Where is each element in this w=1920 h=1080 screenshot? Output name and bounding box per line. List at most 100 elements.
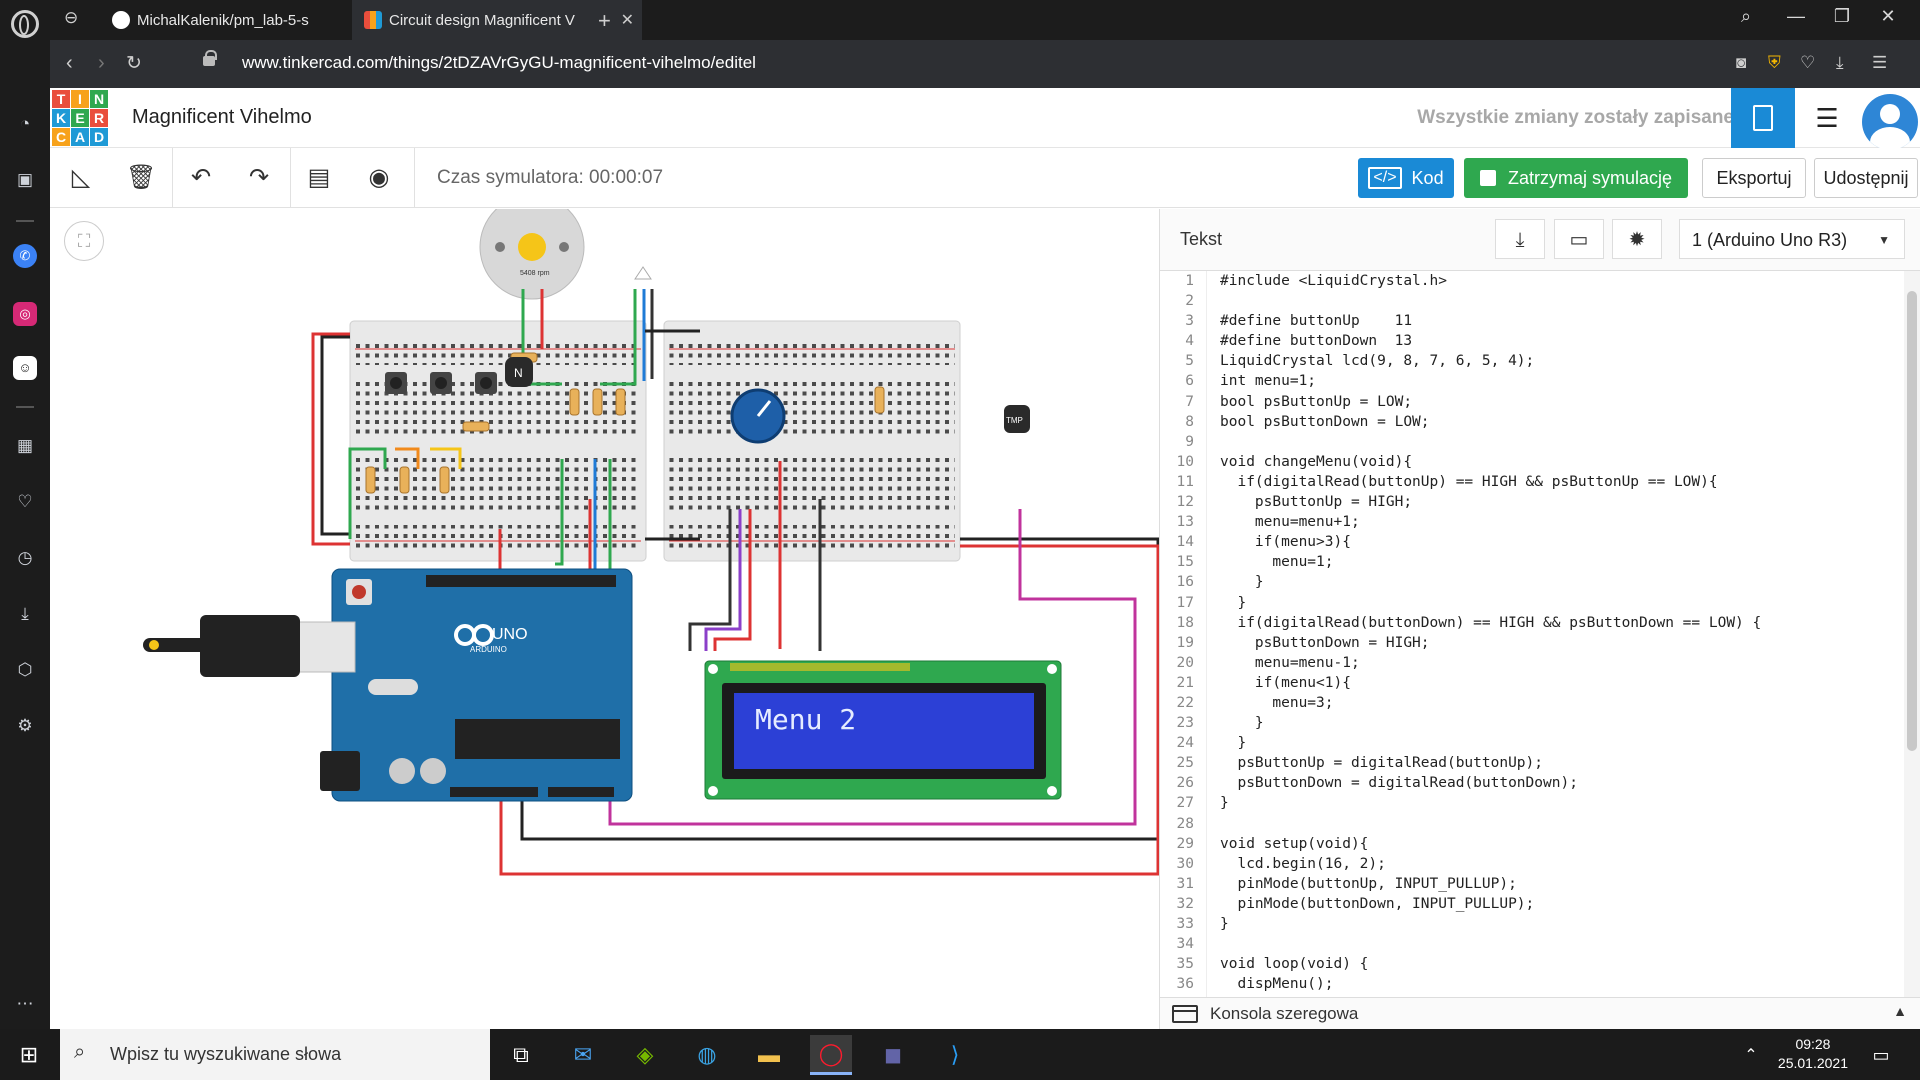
tray-chevron-up-icon[interactable]: ⌃: [1730, 1035, 1772, 1075]
file-explorer-icon[interactable]: ▬: [748, 1035, 790, 1075]
code-line[interactable]: 11 if(digitalRead(buttonUp) == HIGH && p…: [1160, 472, 1905, 492]
code-line[interactable]: 10 void changeMenu(void){: [1160, 452, 1905, 472]
windows-start-icon[interactable]: ⊞: [8, 1035, 50, 1075]
code-line[interactable]: 20 menu=menu-1;: [1160, 653, 1905, 673]
code-line[interactable]: 2: [1160, 291, 1905, 311]
code-line[interactable]: 13 menu=menu+1;: [1160, 512, 1905, 532]
code-line[interactable]: 8 bool psButtonDown = LOW;: [1160, 412, 1905, 432]
code-line[interactable]: 30 lcd.begin(16, 2);: [1160, 854, 1905, 874]
search-tabs-icon[interactable]: ⌕: [1732, 6, 1760, 27]
back-icon[interactable]: ‹: [66, 52, 73, 75]
code-line[interactable]: 29 void setup(void){: [1160, 834, 1905, 854]
undo-icon[interactable]: ↶: [186, 164, 216, 192]
code-line[interactable]: 3 #define buttonUp 11: [1160, 311, 1905, 331]
share-button[interactable]: Udostępnij: [1814, 158, 1918, 198]
forward-icon[interactable]: ›: [98, 52, 105, 75]
reload-icon[interactable]: ↻: [126, 52, 142, 75]
code-line[interactable]: 15 menu=1;: [1160, 552, 1905, 572]
chevron-up-icon[interactable]: ▲: [1893, 1003, 1907, 1019]
taskbar-search[interactable]: ⌕ Wpisz tu wyszukiwane słowa: [60, 1029, 490, 1080]
code-button[interactable]: </> Kod: [1358, 158, 1454, 198]
more-dots-icon[interactable]: ⋯: [13, 992, 37, 1016]
shopping-bag-icon[interactable]: ▣: [13, 168, 37, 192]
new-tab-plus-icon[interactable]: +: [598, 8, 611, 34]
code-line[interactable]: 31 pinMode(buttonUp, INPUT_PULLUP);: [1160, 874, 1905, 894]
close-tab-icon[interactable]: ✕: [621, 10, 634, 30]
code-line[interactable]: 14 if(menu>3){: [1160, 532, 1905, 552]
task-view-icon[interactable]: ⧉: [500, 1035, 542, 1075]
code-line[interactable]: 7 bool psButtonUp = LOW;: [1160, 392, 1905, 412]
discord-icon[interactable]: ☺: [13, 356, 37, 380]
opera-taskbar-icon[interactable]: ◯: [810, 1035, 852, 1075]
close-window-icon[interactable]: ✕: [1874, 6, 1902, 27]
code-line[interactable]: 9: [1160, 432, 1905, 452]
export-button[interactable]: Eksportuj: [1702, 158, 1806, 198]
code-mode-label[interactable]: Tekst: [1180, 229, 1222, 250]
code-line[interactable]: 5 LiquidCrystal lcd(9, 8, 7, 6, 5, 4);: [1160, 351, 1905, 371]
code-line[interactable]: 21 if(menu<1){: [1160, 673, 1905, 693]
device-select[interactable]: 1 (Arduino Uno R3) ▼: [1679, 219, 1905, 259]
restore-icon[interactable]: ❐: [1828, 6, 1856, 27]
code-line[interactable]: 16 }: [1160, 572, 1905, 592]
bookmark-heart-icon[interactable]: ♡: [1800, 53, 1815, 73]
tinkercad-logo[interactable]: T I N K E R C A D: [52, 90, 108, 146]
circuit-canvas[interactable]: ⛶ 5408 rpm N TMP UNO ARDUINO Menu 2: [50, 209, 1159, 1029]
code-line[interactable]: 1 #include <LiquidCrystal.h>: [1160, 271, 1905, 291]
component-list-button[interactable]: ☰: [1795, 88, 1859, 148]
workspaces-icon[interactable]: ▦: [13, 434, 37, 458]
circuit-drawing[interactable]: 5408 rpm N TMP UNO ARDUINO Menu 2: [50, 209, 1159, 1029]
code-line[interactable]: 12 psButtonUp = HIGH;: [1160, 492, 1905, 512]
notifications-icon[interactable]: ▭: [1860, 1035, 1902, 1075]
code-line[interactable]: 24 }: [1160, 733, 1905, 753]
scrollbar-thumb[interactable]: [1907, 291, 1917, 751]
extensions-cube-icon[interactable]: ⬡: [13, 658, 37, 682]
taskbar-clock[interactable]: 09:28 25.01.2021: [1778, 1035, 1848, 1073]
download-code-icon[interactable]: ⤓: [1495, 219, 1545, 259]
minimize-icon[interactable]: —: [1782, 6, 1810, 27]
library-icon[interactable]: ▭: [1554, 219, 1604, 259]
redo-icon[interactable]: ↷: [244, 164, 274, 192]
speed-dial-icon[interactable]: ◔: [13, 112, 37, 136]
code-line[interactable]: 18 if(digitalRead(buttonDown) == HIGH &&…: [1160, 613, 1905, 633]
code-line[interactable]: 34: [1160, 934, 1905, 954]
edge-icon[interactable]: ◍: [686, 1035, 728, 1075]
code-line[interactable]: 6 int menu=1;: [1160, 371, 1905, 391]
code-line[interactable]: 28: [1160, 814, 1905, 834]
code-line[interactable]: 17 }: [1160, 593, 1905, 613]
stop-simulation-button[interactable]: Zatrzymaj symulację: [1464, 158, 1688, 198]
code-line[interactable]: 26 psButtonDown = digitalRead(buttonDown…: [1160, 773, 1905, 793]
camera-icon[interactable]: ◙: [1736, 53, 1746, 73]
nvidia-icon[interactable]: ◈: [624, 1035, 666, 1075]
code-scrollbar[interactable]: [1904, 271, 1920, 997]
code-editor[interactable]: 1 #include <LiquidCrystal.h> 2 3 #define but…: [1160, 271, 1905, 997]
debugger-bug-icon[interactable]: ✹: [1612, 219, 1662, 259]
code-line[interactable]: 19 psButtonDown = HIGH;: [1160, 633, 1905, 653]
code-line[interactable]: 23 }: [1160, 713, 1905, 733]
code-line[interactable]: 33}: [1160, 914, 1905, 934]
downloads-icon[interactable]: ⤓: [13, 602, 37, 626]
teams-icon[interactable]: ◼: [872, 1035, 914, 1075]
instagram-icon[interactable]: ◎: [13, 302, 37, 326]
url-field[interactable]: www.tinkercad.com/things/2tDZAVrGyGU-mag…: [242, 53, 756, 73]
code-line[interactable]: 35 void loop(void) {: [1160, 954, 1905, 974]
notes-icon[interactable]: ▤: [304, 164, 334, 192]
code-line[interactable]: 22 menu=3;: [1160, 693, 1905, 713]
avatar[interactable]: [1862, 94, 1918, 150]
project-title[interactable]: Magnificent Vihelmo: [132, 106, 312, 129]
code-line[interactable]: 25 psButtonUp = digitalRead(buttonUp);: [1160, 753, 1905, 773]
messenger-icon[interactable]: ✆: [13, 244, 37, 268]
push-buttons[interactable]: [385, 372, 497, 394]
code-line[interactable]: 32 pinMode(buttonDown, INPUT_PULLUP);: [1160, 894, 1905, 914]
code-line[interactable]: 4 #define buttonDown 13: [1160, 331, 1905, 351]
vscode-icon[interactable]: ⟩: [934, 1035, 976, 1075]
mail-icon[interactable]: ✉: [562, 1035, 604, 1075]
code-line[interactable]: 27}: [1160, 793, 1905, 813]
easy-setup-icon[interactable]: ☰: [1872, 53, 1887, 73]
history-icon[interactable]: ◷: [13, 546, 37, 570]
vpn-shield-icon[interactable]: ⛨: [1768, 53, 1781, 73]
visibility-eye-icon[interactable]: ◉: [364, 164, 394, 192]
heart-icon[interactable]: ♡: [13, 490, 37, 514]
download-icon[interactable]: ⤓: [1836, 53, 1844, 73]
led[interactable]: [634, 266, 652, 280]
tab-github[interactable]: MichalKalenik/pm_lab-5-s ✕: [100, 0, 390, 40]
